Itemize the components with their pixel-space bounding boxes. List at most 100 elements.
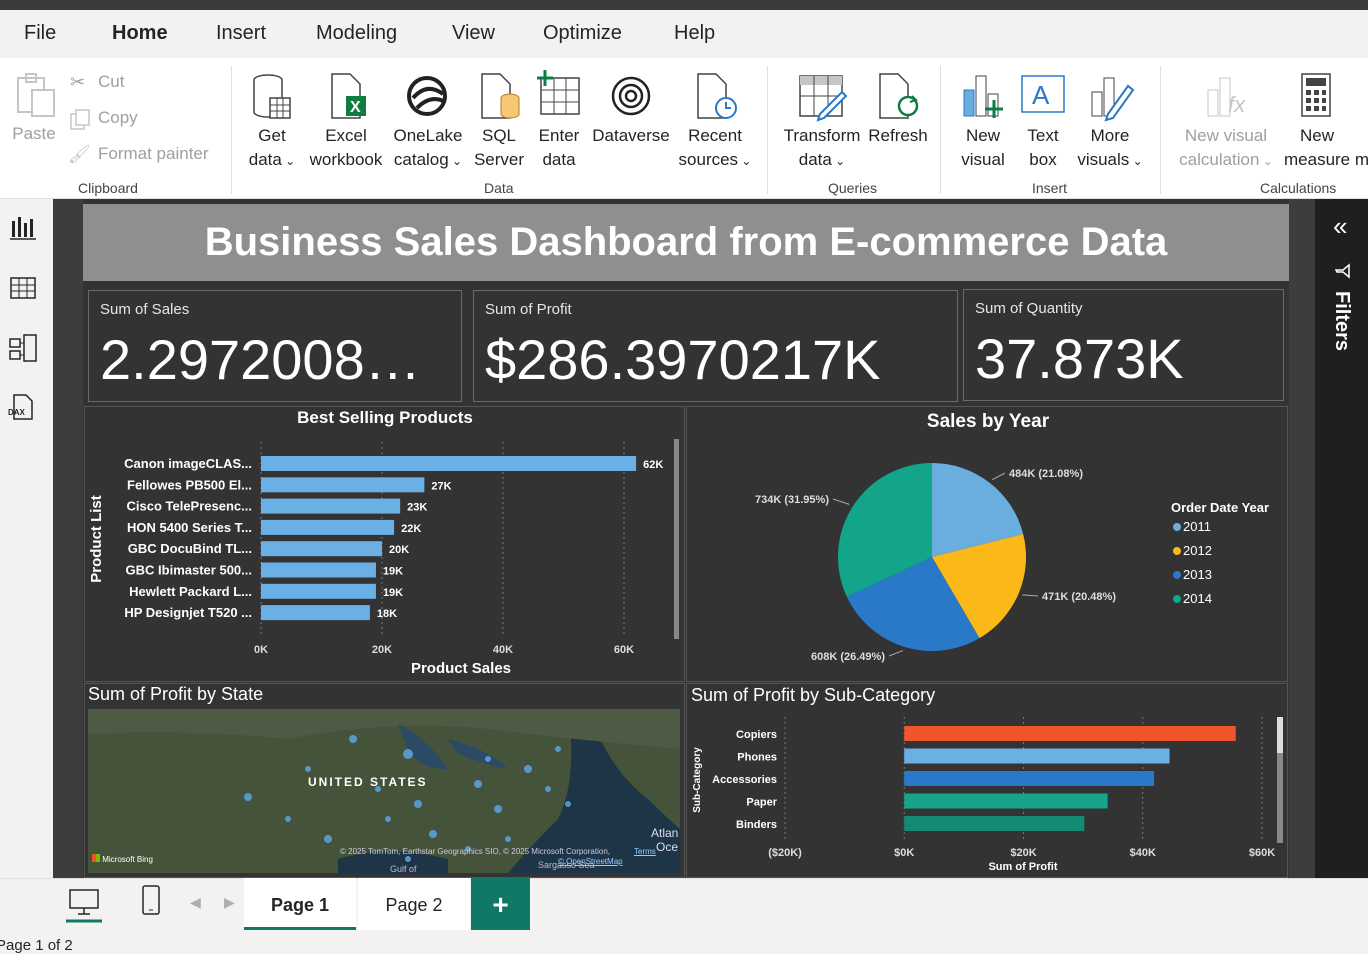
calculator-icon xyxy=(1301,73,1331,117)
map[interactable]: UNITED STATES Atlan Oce © 2025 TomTom, E… xyxy=(88,709,680,873)
x-tick-label: $40K xyxy=(1130,847,1156,859)
bar[interactable] xyxy=(261,605,370,621)
scrollbar-thumb[interactable] xyxy=(1277,717,1283,753)
profit-by-subcategory-visual[interactable]: Sum of Profit by Sub-Category ($20K) $0K $2… xyxy=(686,683,1288,878)
sales-card[interactable]: Sum of Sales 2.2972008… xyxy=(88,290,462,402)
format-painter-button[interactable]: 🖌 Format painter xyxy=(68,142,223,168)
data-label: 18K xyxy=(377,608,397,620)
x-tick-label: $60K xyxy=(1249,847,1275,859)
add-page-button[interactable]: + xyxy=(471,878,530,930)
best-selling-products-visual[interactable]: Best Selling Products 0K 20K 40K 60K Canon im… xyxy=(84,406,685,682)
text-box-label-1: Text xyxy=(1027,126,1059,145)
sql-server-button[interactable]: SQL Server xyxy=(472,70,526,174)
onelake-catalog-button[interactable]: OneLake catalog ⌄ xyxy=(392,70,464,174)
chevron-down-icon: ⌄ xyxy=(448,154,463,168)
model-view-icon[interactable] xyxy=(8,333,38,363)
dax-query-view-icon[interactable]: DAX xyxy=(8,393,38,423)
tab-view[interactable]: View xyxy=(452,22,495,45)
recent-sources-button[interactable]: Recent sources ⌄ xyxy=(678,70,752,174)
bar[interactable] xyxy=(904,748,1170,764)
mobile-layout-icon[interactable] xyxy=(136,884,166,920)
scrollbar[interactable] xyxy=(674,439,679,639)
report-view-icon[interactable] xyxy=(8,213,38,243)
title-bar xyxy=(0,0,1368,10)
tab-insert[interactable]: Insert xyxy=(216,22,266,45)
bar[interactable] xyxy=(261,562,376,578)
recent-label-2: sources xyxy=(678,150,739,169)
bar[interactable] xyxy=(904,771,1155,786)
copy-button[interactable]: Copy xyxy=(68,106,158,132)
data-label: 734K (31.95%) xyxy=(755,494,829,506)
table-view-icon[interactable] xyxy=(8,273,38,303)
bar[interactable] xyxy=(261,456,637,471)
tab-help[interactable]: Help xyxy=(674,22,715,45)
tab-modeling[interactable]: Modeling xyxy=(316,22,397,45)
map-terms-link[interactable]: Terms xyxy=(634,847,656,856)
cut-button[interactable]: ✂ Cut xyxy=(70,70,150,96)
report-title: Business Sales Dashboard from E-commerce… xyxy=(83,204,1289,281)
more-visuals-button[interactable]: More visuals ⌄ xyxy=(1074,70,1146,174)
prev-page-icon[interactable]: ◀ xyxy=(190,894,201,911)
legend-label[interactable]: 2012 xyxy=(1183,543,1212,558)
data-label: 19K xyxy=(383,587,403,599)
excel-workbook-button[interactable]: X Excel workbook xyxy=(306,70,386,174)
quantity-card[interactable]: Sum of Quantity 37.873K xyxy=(963,289,1284,401)
legend-label[interactable]: 2013 xyxy=(1183,567,1212,582)
x-axis-title: Product Sales xyxy=(411,660,511,677)
desktop-layout-icon[interactable] xyxy=(64,884,104,924)
page-tab-1[interactable]: Page 1 xyxy=(244,878,356,930)
sales-by-year-visual[interactable]: Sales by Year 484K (21.08%) 471K (20.48%) 6… xyxy=(686,406,1288,682)
bar[interactable] xyxy=(261,541,382,557)
expand-icon[interactable]: « xyxy=(1333,213,1347,239)
enter-data-label-2: data xyxy=(542,150,576,169)
transform-data-button[interactable]: Transform data ⌄ xyxy=(780,70,864,174)
map-gulf-label: Gulf of xyxy=(390,864,417,873)
bar[interactable] xyxy=(261,519,395,535)
bar[interactable] xyxy=(261,498,401,514)
separator xyxy=(940,66,941,194)
chart-title: Best Selling Products xyxy=(297,408,473,427)
excel-icon: X xyxy=(331,73,366,119)
data-label: 23K xyxy=(407,502,427,514)
ribbon-tabs: File Home Insert Modeling View Optimize … xyxy=(0,10,1368,66)
legend-label[interactable]: 2011 xyxy=(1183,519,1211,534)
text-box-button[interactable]: A Text box xyxy=(1016,70,1070,174)
chevron-down-icon: ⌄ xyxy=(738,154,752,168)
bar[interactable] xyxy=(261,477,425,493)
bar[interactable] xyxy=(904,793,1108,809)
dataverse-icon xyxy=(611,76,651,116)
refresh-button[interactable]: Refresh xyxy=(866,70,930,174)
svg-text:fx: fx xyxy=(1228,92,1246,117)
best-selling-products-chart: Best Selling Products 0K 20K 40K 60K Canon im… xyxy=(88,408,679,677)
paste-button[interactable]: Paste xyxy=(8,70,60,150)
bar[interactable] xyxy=(904,816,1085,831)
get-data-button[interactable]: Get data ⌄ xyxy=(244,70,300,174)
sales-by-year-chart: Sales by Year 484K (21.08%) 471K (20.48%) 6… xyxy=(755,411,1269,663)
data-group-label: Data xyxy=(484,180,514,196)
leader-line xyxy=(1022,594,1039,597)
sql-label-1: SQL xyxy=(481,126,517,145)
next-page-icon[interactable]: ▶ xyxy=(224,894,235,911)
new-visual-button[interactable]: New visual xyxy=(954,70,1012,174)
tab-optimize[interactable]: Optimize xyxy=(543,22,622,45)
tab-file[interactable]: File xyxy=(0,10,90,58)
bar[interactable] xyxy=(904,726,1236,741)
new-measure-button[interactable]: New measure m xyxy=(1282,70,1368,174)
dataverse-button[interactable]: Dataverse xyxy=(590,70,672,174)
legend-marker xyxy=(1173,571,1181,579)
data-label: 484K (21.08%) xyxy=(1009,468,1083,480)
y-category-label: Copiers xyxy=(736,729,777,741)
legend-label[interactable]: 2014 xyxy=(1183,591,1212,606)
page-tab-2[interactable]: Page 2 xyxy=(358,878,470,930)
card-label: Sum of Profit xyxy=(485,301,572,318)
profit-card[interactable]: Sum of Profit $286.3970217K xyxy=(473,290,958,402)
x-tick-label: 40K xyxy=(493,644,513,656)
tab-home[interactable]: Home xyxy=(112,22,168,45)
new-visual-calculation-button[interactable]: fx New visual calculation ⌄ xyxy=(1174,70,1278,174)
brush-icon: 🖌 xyxy=(68,144,91,164)
paste-icon xyxy=(17,73,55,117)
chevron-down-icon: ⌄ xyxy=(1259,154,1273,168)
filters-pane-collapsed[interactable]: « Filters xyxy=(1315,199,1368,878)
enter-data-button[interactable]: Enter data xyxy=(532,70,586,174)
bar[interactable] xyxy=(261,583,376,599)
